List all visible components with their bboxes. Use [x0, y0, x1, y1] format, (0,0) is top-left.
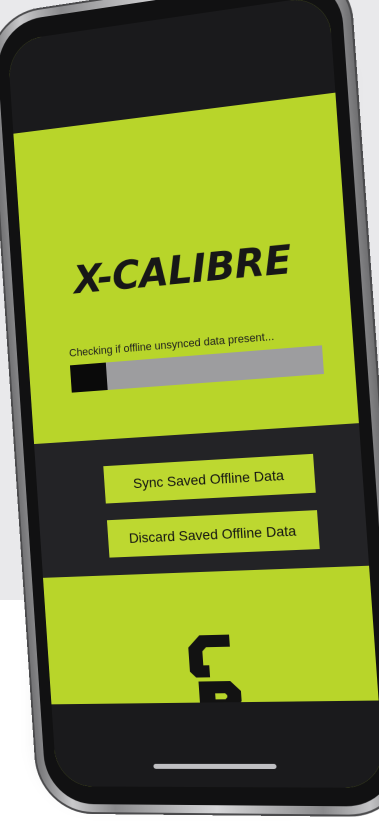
app-screen: X-CALIBRE Checking if offline unsynced d…	[7, 0, 379, 788]
home-indicator[interactable]	[153, 763, 277, 770]
sync-progress-fill	[69, 362, 109, 393]
bottom-nav-band	[51, 700, 379, 788]
app-logo: X-CALIBRE	[72, 237, 293, 304]
actions-panel	[34, 423, 370, 578]
phone-mockup: X-CALIBRE Checking if offline unsynced d…	[0, 0, 379, 818]
